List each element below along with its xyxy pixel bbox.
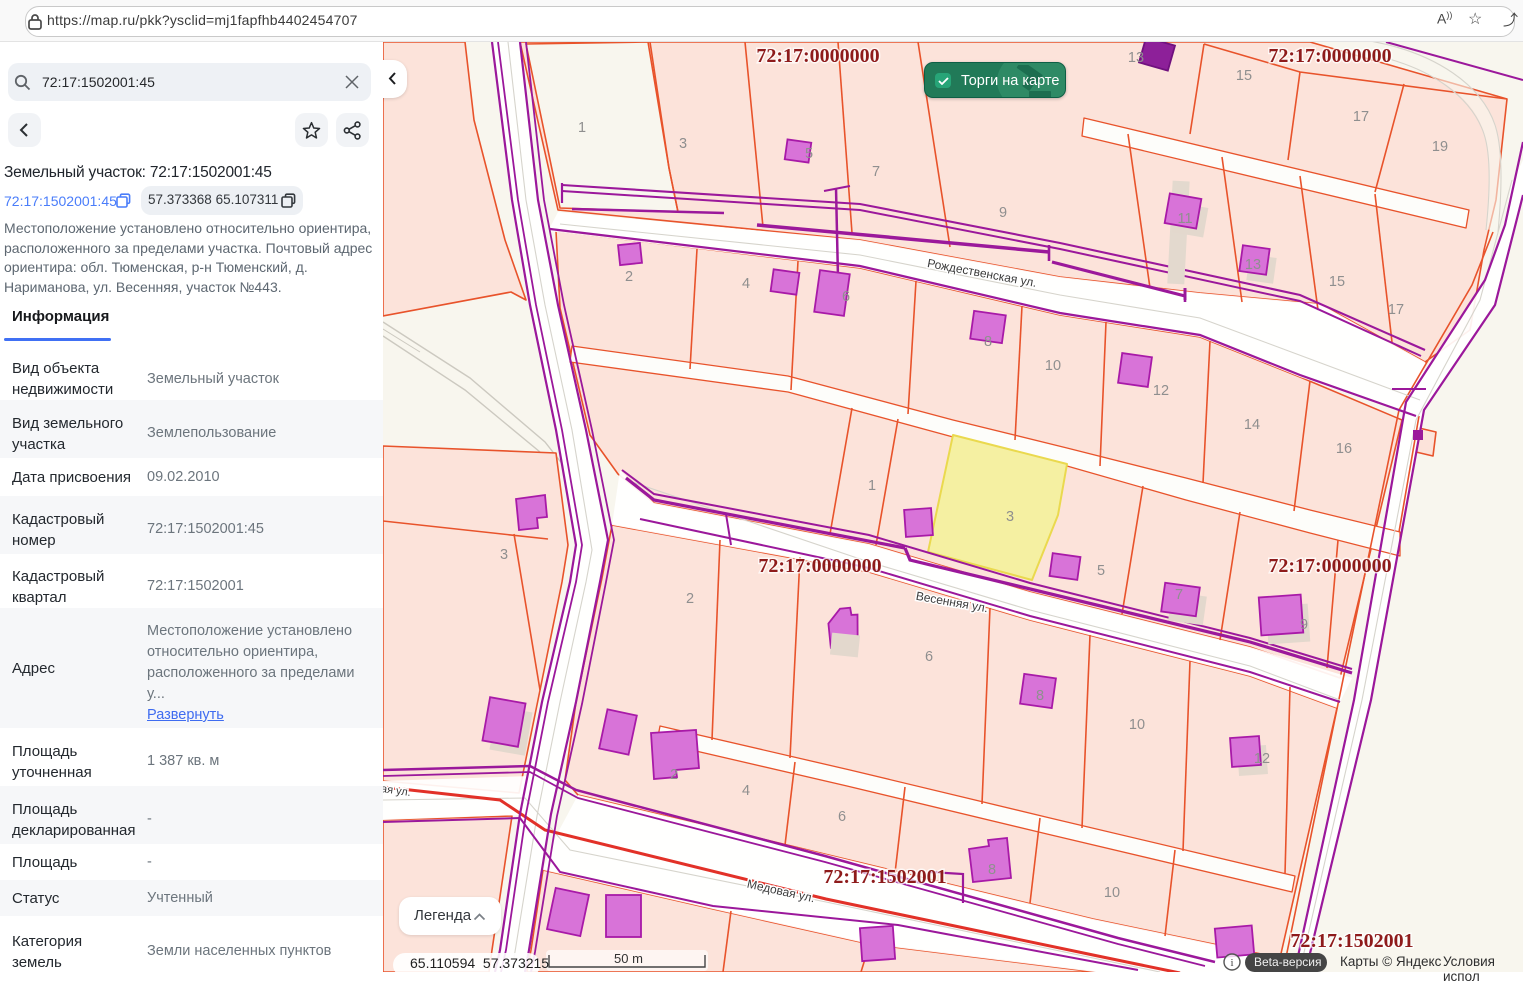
- svg-text:12: 12: [1254, 751, 1270, 767]
- svg-text:10: 10: [1104, 885, 1120, 901]
- svg-text:8: 8: [1036, 688, 1044, 704]
- svg-text:15: 15: [1236, 68, 1252, 84]
- svg-text:8: 8: [984, 334, 992, 350]
- svg-text:4: 4: [742, 276, 750, 292]
- svg-text:7: 7: [1175, 587, 1183, 603]
- svg-text:11: 11: [1177, 211, 1192, 227]
- svg-text:3: 3: [1006, 509, 1014, 525]
- svg-text:19: 19: [1432, 139, 1448, 155]
- svg-text:9: 9: [999, 205, 1007, 221]
- svg-text:72:17:0000000: 72:17:0000000: [756, 45, 879, 67]
- svg-text:13: 13: [1128, 50, 1144, 66]
- svg-text:5: 5: [1097, 563, 1105, 579]
- svg-text:2: 2: [670, 767, 678, 783]
- svg-text:15: 15: [1329, 274, 1345, 290]
- svg-text:3: 3: [500, 547, 508, 563]
- svg-text:7: 7: [872, 164, 880, 180]
- svg-text:6: 6: [925, 649, 933, 665]
- svg-text:14: 14: [1244, 417, 1260, 433]
- svg-text:1: 1: [868, 478, 876, 494]
- svg-text:6: 6: [838, 809, 846, 825]
- svg-text:12: 12: [1153, 383, 1169, 399]
- svg-text:2: 2: [686, 591, 694, 607]
- svg-text:72:17:0000000: 72:17:0000000: [758, 555, 881, 577]
- svg-text:8: 8: [988, 862, 996, 878]
- svg-text:2: 2: [625, 269, 633, 285]
- svg-text:72:17:1502001: 72:17:1502001: [1290, 930, 1413, 952]
- svg-text:1: 1: [578, 120, 586, 136]
- svg-text:13: 13: [1245, 257, 1261, 273]
- svg-text:72:17:0000000: 72:17:0000000: [1268, 555, 1391, 577]
- svg-text:17: 17: [1388, 302, 1404, 318]
- svg-text:17: 17: [1353, 109, 1369, 125]
- svg-text:16: 16: [1336, 441, 1352, 457]
- svg-text:6: 6: [842, 289, 850, 305]
- svg-text:9: 9: [1300, 617, 1308, 633]
- svg-text:4: 4: [742, 783, 750, 799]
- svg-text:10: 10: [1045, 358, 1061, 374]
- svg-text:72:17:1502001: 72:17:1502001: [823, 866, 946, 888]
- svg-text:3: 3: [679, 136, 687, 152]
- svg-text:72:17:0000000: 72:17:0000000: [1268, 45, 1391, 67]
- svg-text:10: 10: [1129, 717, 1145, 733]
- svg-text:5: 5: [805, 146, 813, 162]
- svg-text:i: i: [1230, 957, 1233, 969]
